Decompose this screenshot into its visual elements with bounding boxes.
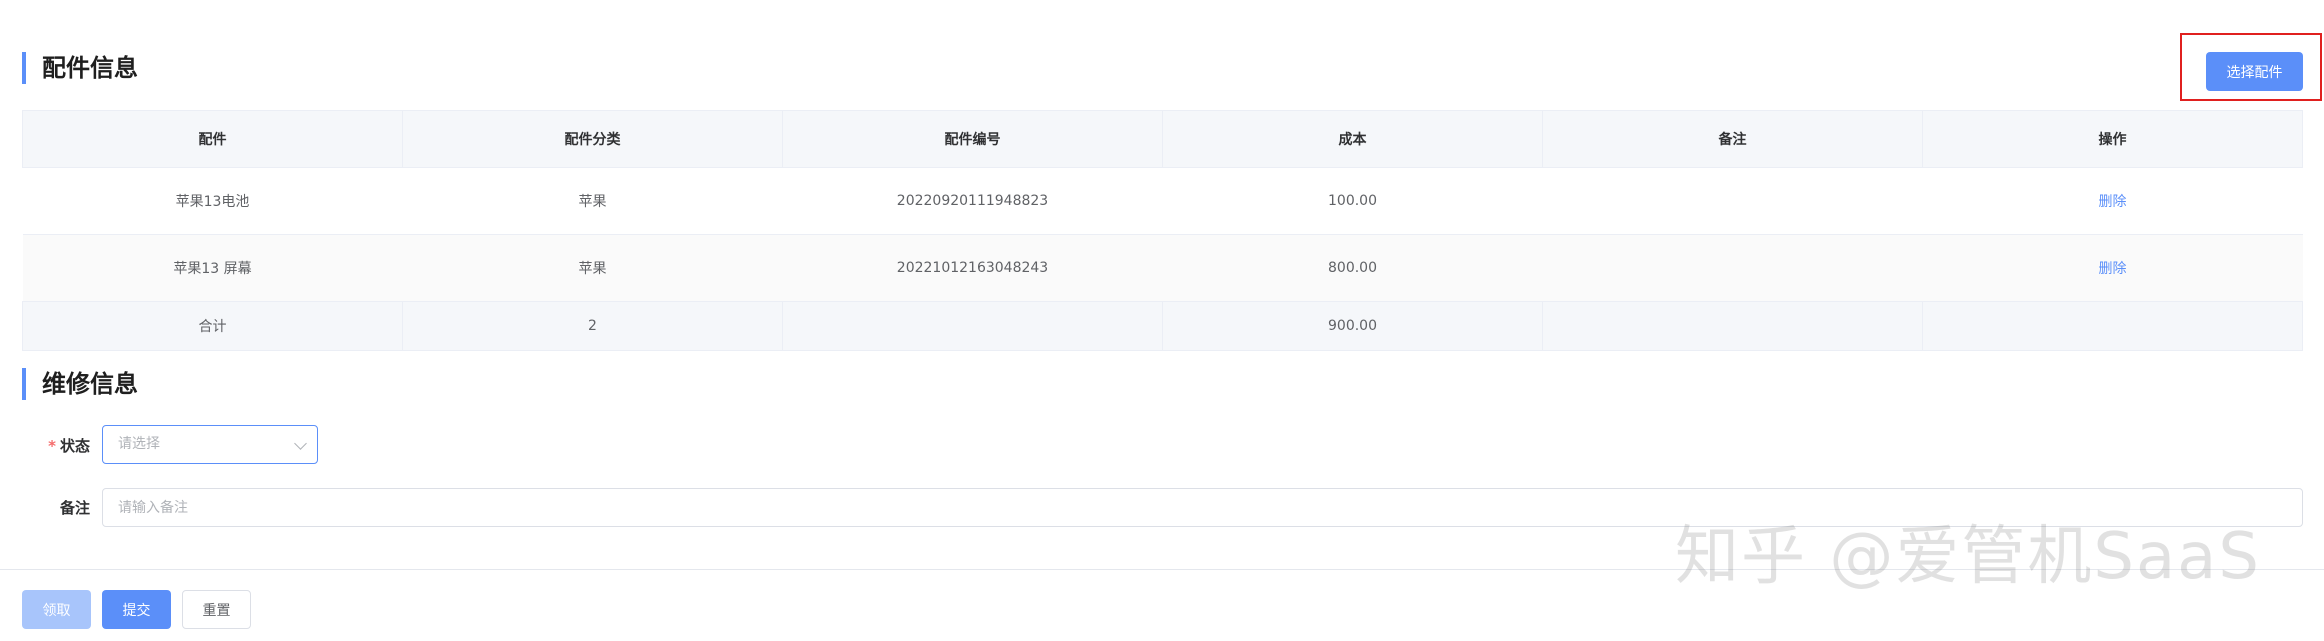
column-header: 成本 <box>1162 110 1543 168</box>
required-star: * <box>48 437 56 455</box>
watermark: 知乎 @爱管机SaaS <box>1675 520 2262 594</box>
part-cost-cell: 100.00 <box>1162 167 1543 235</box>
column-header: 配件分类 <box>402 110 783 168</box>
remark-label: 备注 <box>59 499 90 517</box>
summary-empty <box>1542 301 1923 351</box>
status-select[interactable]: 请选择 <box>102 425 318 464</box>
part-remark-cell <box>1542 234 1923 302</box>
status-select-placeholder: 请选择 <box>118 436 160 452</box>
summary-cost: 900.00 <box>1162 301 1543 351</box>
chevron-down-icon <box>294 437 307 450</box>
reset-button[interactable]: 重置 <box>182 590 251 629</box>
delete-link[interactable]: 删除 <box>2099 261 2127 277</box>
part-cost-cell: 800.00 <box>1162 234 1543 302</box>
choose-parts-button[interactable]: 选择配件 <box>2206 52 2303 91</box>
part-code-cell: 20221012163048243 <box>782 234 1163 302</box>
summary-count: 2 <box>402 301 783 351</box>
part-name-cell: 苹果13 屏幕 <box>22 234 403 302</box>
column-header: 配件编号 <box>782 110 1163 168</box>
part-remark-cell <box>1542 167 1923 235</box>
status-label: * 状态 <box>20 435 90 456</box>
column-header: 备注 <box>1542 110 1923 168</box>
part-category-cell: 苹果 <box>402 167 783 235</box>
summary-empty <box>1922 301 2303 351</box>
status-label-text: 状态 <box>59 437 90 455</box>
claim-button[interactable]: 领取 <box>22 590 91 629</box>
column-header: 配件 <box>22 110 403 168</box>
table-row: 苹果13电池 苹果 20220920111948823 100.00 删除 <box>22 167 2303 235</box>
submit-button[interactable]: 提交 <box>102 590 171 629</box>
part-name-cell: 苹果13电池 <box>22 167 403 235</box>
column-header: 操作 <box>1922 110 2303 168</box>
table-row: 苹果13 屏幕 苹果 20221012163048243 800.00 删除 <box>22 234 2303 302</box>
summary-empty <box>782 301 1163 351</box>
action-cell: 删除 <box>1922 167 2303 235</box>
summary-label: 合计 <box>22 301 403 351</box>
repair-section-title: 维修信息 <box>22 368 138 400</box>
parts-section-title: 配件信息 <box>22 52 138 84</box>
part-code-cell: 20220920111948823 <box>782 167 1163 235</box>
table-header-row: 配件 配件分类 配件编号 成本 备注 操作 <box>22 110 2303 168</box>
action-cell: 删除 <box>1922 234 2303 302</box>
delete-link[interactable]: 删除 <box>2099 194 2127 210</box>
summary-row: 合计 2 900.00 <box>22 301 2303 351</box>
part-category-cell: 苹果 <box>402 234 783 302</box>
parts-table: 配件 配件分类 配件编号 成本 备注 操作 苹果13电池 苹果 20220920… <box>22 110 2303 351</box>
